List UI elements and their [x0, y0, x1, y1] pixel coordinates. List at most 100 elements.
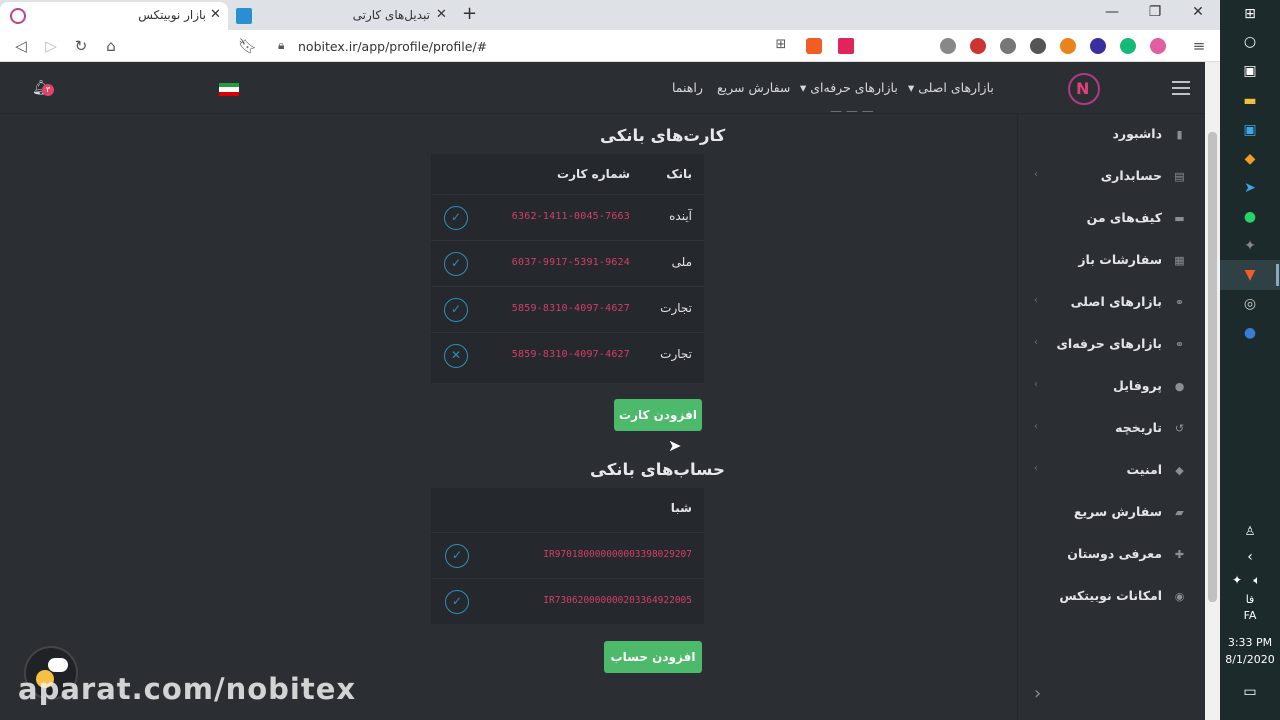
megaphone-icon[interactable]	[970, 38, 986, 54]
add-account-button[interactable]: افزودن حساب	[604, 641, 702, 673]
table-row: تجارت 5859-8310-4097-4627 ✓	[431, 286, 704, 332]
dashboard-icon: ▮	[1176, 128, 1183, 141]
bank-cards-table: بانک شماره کارت آینده 6362-1411-0045-766…	[431, 154, 704, 383]
sidebar-item-features[interactable]: ◉ امکانات نوبیتکس	[1018, 586, 1204, 608]
sidebar: ▮ داشبورد ‹ ▤ حسابداری ▬ کیف‌های من ▦ سف…	[1017, 114, 1203, 720]
dropbox-icon[interactable]: ✦	[1228, 571, 1246, 589]
menu-icon[interactable]: ≡	[1190, 37, 1208, 55]
close-icon[interactable]: ✕	[210, 7, 221, 22]
nav-main-markets[interactable]: بازارهای اصلی ▾	[908, 80, 994, 95]
extension-icon[interactable]	[1030, 38, 1046, 54]
extension-icon[interactable]	[1150, 38, 1166, 54]
app-icon[interactable]: ●	[1241, 324, 1259, 342]
reload-icon[interactable]: ↻	[72, 37, 90, 55]
sublime-icon[interactable]: ◆	[1241, 150, 1259, 168]
chevron-left-icon: ‹	[1034, 421, 1038, 432]
url-text: nobitex.ir/app/profile/profile/#	[298, 38, 488, 54]
people-icon[interactable]: ♙	[1241, 522, 1259, 540]
brave-rewards-icon[interactable]	[838, 38, 854, 54]
chevron-left-icon: ‹	[1034, 169, 1038, 180]
notification-center-icon[interactable]: ▭	[1241, 683, 1259, 701]
iran-flag-icon[interactable]	[219, 83, 239, 96]
extension-icon[interactable]	[940, 38, 956, 54]
sidebar-item-quick-order[interactable]: ▰ سفارش سریع	[1018, 502, 1204, 524]
grammarly-icon[interactable]	[1120, 38, 1136, 54]
faded-heading: — — —	[830, 104, 874, 118]
shield-icon: ◆	[1175, 464, 1184, 477]
chrome-icon[interactable]: ◎	[1241, 295, 1259, 313]
browser-toolbar: ◁ ▷ ↻ ⌂ 🔖︎ 🔒︎ nobitex.ir/app/profile/pro…	[0, 30, 1220, 62]
app-icon[interactable]: ✦	[1241, 237, 1259, 255]
clock-date[interactable]: 8/1/2020	[1220, 653, 1280, 666]
sidebar-item-dashboard[interactable]: ▮ داشبورد	[1018, 124, 1204, 146]
extension-icon[interactable]	[1000, 38, 1016, 54]
bank-cards-title: کارت‌های بانکی	[600, 126, 726, 145]
language-code[interactable]: FA	[1220, 609, 1280, 622]
windows-start-icon[interactable]: ⊞	[1241, 5, 1259, 23]
rejected-x-icon: ✕	[444, 344, 468, 368]
sidebar-item-wallets[interactable]: ▬ کیف‌های من	[1018, 208, 1204, 230]
sidebar-item-profile[interactable]: ‹ ● پروفایل	[1018, 376, 1204, 398]
table-row: IR970180000000003398029207 ✓	[431, 532, 704, 578]
scrollbar-thumb[interactable]	[1208, 132, 1217, 602]
nobitex-logo[interactable]: N	[1068, 73, 1100, 105]
whatsapp-icon[interactable]: ●	[1241, 208, 1259, 226]
metamask-icon[interactable]	[1060, 38, 1076, 54]
chevron-left-icon: ‹	[1034, 463, 1038, 474]
close-icon[interactable]: ✕	[436, 7, 447, 22]
volume-icon[interactable]: 🔈︎	[1248, 571, 1266, 589]
orders-icon: ▦	[1174, 254, 1185, 267]
handshake-icon: ⚭	[1174, 296, 1185, 309]
new-tab-button[interactable]: +	[462, 3, 477, 24]
sidebar-item-accounting[interactable]: ‹ ▤ حسابداری	[1018, 166, 1204, 188]
translate-icon[interactable]: ⊞	[772, 37, 790, 52]
brave-browser-icon[interactable]: ▼	[1241, 266, 1259, 284]
card-number: 6362-1411-0045-7663	[511, 211, 630, 222]
table-row: IR730620000000203364922005 ✓	[431, 578, 704, 624]
sidebar-item-pro-markets[interactable]: ‹ ⚭ بازارهای حرفه‌ای	[1018, 334, 1204, 356]
window-close-button[interactable]: ✕	[1188, 4, 1208, 20]
bank-accounts-table: شبا IR970180000000003398029207 ✓ IR73062…	[431, 488, 704, 624]
nav-pro-markets[interactable]: بازارهای حرفه‌ای ▾	[800, 80, 898, 95]
sheba-number: IR730620000000203364922005	[543, 595, 692, 606]
chevron-left-icon: ‹	[1034, 295, 1038, 306]
extension-icon[interactable]	[1090, 38, 1106, 54]
chevron-right-icon[interactable]: ›	[1034, 683, 1041, 704]
cortana-icon[interactable]: ○	[1241, 33, 1259, 51]
sidebar-item-security[interactable]: ‹ ◆ امنیت	[1018, 460, 1204, 482]
lock-icon: 🔒︎	[278, 38, 285, 52]
forward-icon[interactable]: ▷	[42, 37, 60, 55]
brave-shield-icon[interactable]	[806, 38, 822, 54]
sidebar-item-referral[interactable]: ✚ معرفی دوستان	[1018, 544, 1204, 566]
bank-name: تجارت	[660, 301, 692, 315]
language-indicator[interactable]: فا	[1220, 593, 1280, 606]
bank-accounts-title: حساب‌های بانکی	[590, 460, 725, 479]
watermark: aparat.com/nobitex	[18, 672, 357, 706]
chevron-left-icon[interactable]: ‹	[1241, 548, 1259, 566]
clock-time[interactable]: 3:33 PM	[1220, 636, 1280, 649]
sidebar-item-main-markets[interactable]: ‹ ⚭ بازارهای اصلی	[1018, 292, 1204, 314]
user-plus-icon: ✚	[1174, 548, 1185, 561]
minimize-button[interactable]: —	[1102, 4, 1122, 20]
table-row: آینده 6362-1411-0045-7663 ✓	[431, 194, 704, 240]
telegram-icon[interactable]: ➤	[1241, 179, 1259, 197]
task-view-icon[interactable]: ▣	[1241, 62, 1259, 80]
bookmark-icon[interactable]: 🔖︎	[238, 37, 257, 55]
wallet-icon: ▬	[1174, 212, 1185, 225]
nav-quick-order[interactable]: سفارش سریع	[717, 80, 790, 95]
sidebar-item-open-orders[interactable]: ▦ سفارشات باز	[1018, 250, 1204, 272]
home-icon[interactable]: ⌂	[102, 37, 120, 55]
gamepad-icon: ◉	[1174, 590, 1185, 603]
hamburger-menu-icon[interactable]	[1172, 81, 1190, 95]
address-bar[interactable]: 🔒︎ nobitex.ir/app/profile/profile/#	[270, 34, 800, 58]
file-explorer-icon[interactable]: ▬	[1241, 92, 1259, 110]
tab-nobitex-market[interactable]: بازار نوبیتکس ✕	[0, 2, 228, 30]
sidebar-item-history[interactable]: ‹ ↺ تاریخچه	[1018, 418, 1204, 440]
nav-guide[interactable]: راهنما	[672, 80, 703, 95]
add-card-button[interactable]: افزودن کارت	[614, 399, 702, 431]
restore-button[interactable]: ❐	[1145, 4, 1165, 20]
back-icon[interactable]: ◁	[12, 37, 30, 55]
page-scrollbar[interactable]	[1205, 62, 1220, 720]
tab-card-transfers[interactable]: تبدیل‌های کارتی ✕	[228, 2, 456, 30]
app-icon[interactable]: ▣	[1241, 121, 1259, 139]
